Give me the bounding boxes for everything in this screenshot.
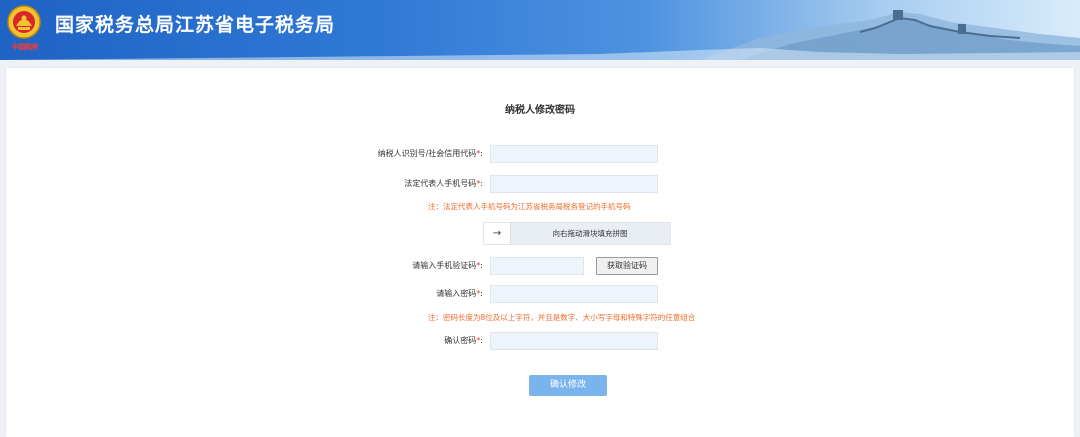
sms-code-input[interactable] <box>490 257 584 275</box>
sms-code-label: 请输入手机验证码*: <box>412 261 483 270</box>
password-label: 请输入密码*: <box>436 289 483 298</box>
slider-hint: 向右拖动滑块填充拼图 <box>552 229 628 238</box>
password-input[interactable] <box>490 285 658 303</box>
slider-handle[interactable]: → <box>484 223 511 244</box>
slider-captcha[interactable]: → 向右拖动滑块填充拼图 <box>483 222 671 245</box>
confirm-change-button[interactable]: 确认修改 <box>529 375 607 396</box>
legal-phone-input[interactable] <box>490 175 658 193</box>
site-title: 国家税务总局江苏省电子税务局 <box>55 14 336 36</box>
tax-emblem-icon <box>7 5 41 39</box>
site-header: 中国税务 国家税务总局江苏省电子税务局 <box>0 0 1080 60</box>
password-note: 注：密码长度为8位及以上字符，并且是数字、大小写字母和特殊字符的任意组合 <box>428 313 696 322</box>
get-sms-code-button[interactable]: 获取验证码 <box>596 257 658 275</box>
form-title: 纳税人修改密码 <box>505 105 575 116</box>
legal-phone-label: 法定代表人手机号码*: <box>404 179 483 188</box>
taxpayer-id-label: 纳税人识别号/社会信用代码*: <box>377 149 483 158</box>
phone-note: 注：法定代表人手机号码为江苏省税务局税务登记的手机号码 <box>428 202 631 211</box>
taxpayer-id-input[interactable] <box>490 145 658 163</box>
emblem-caption: 中国税务 <box>12 43 39 51</box>
change-password-panel: 纳税人修改密码 纳税人识别号/社会信用代码*: 法定代表人手机号码*: 注：法定… <box>6 68 1074 437</box>
confirm-password-input[interactable] <box>490 332 658 350</box>
arrow-right-icon: → <box>492 228 502 239</box>
confirm-password-label: 确认密码*: <box>444 336 483 345</box>
